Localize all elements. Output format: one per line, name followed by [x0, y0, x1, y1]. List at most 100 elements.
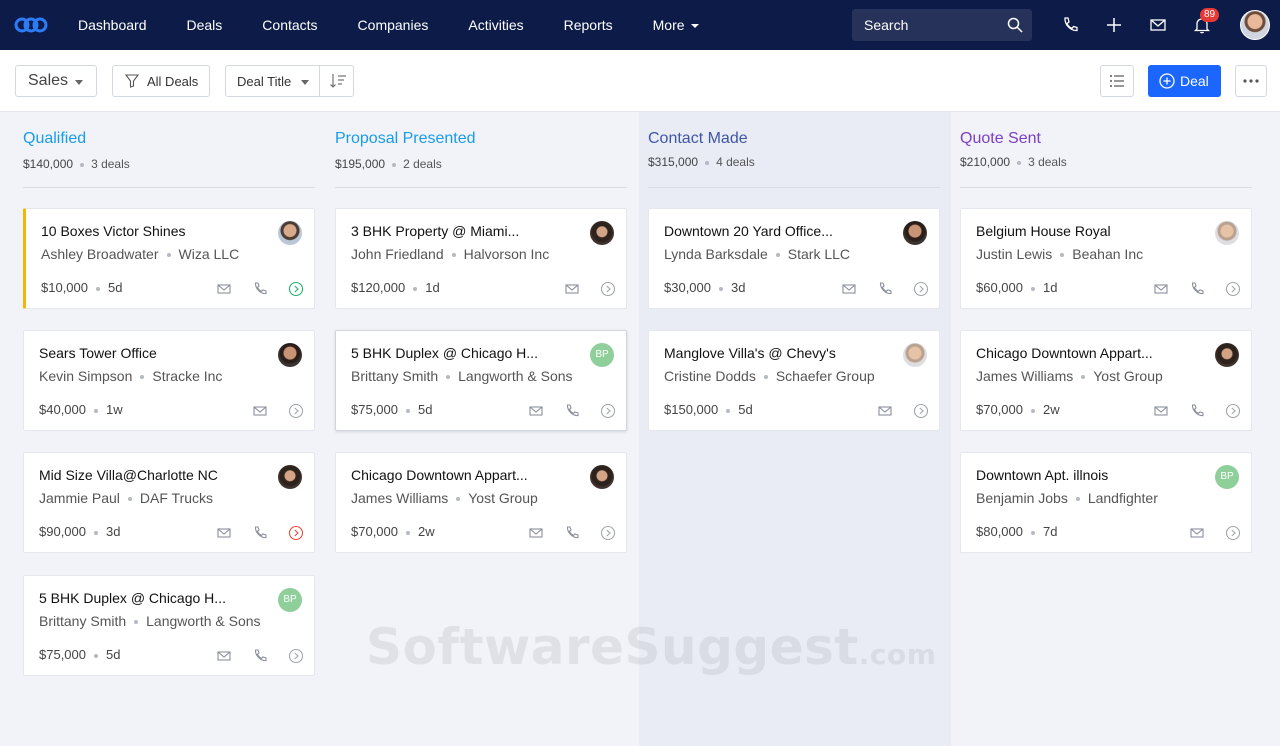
- deal-title[interactable]: 5 BHK Duplex @ Chicago H...: [39, 590, 226, 606]
- deal-company[interactable]: Langworth & Sons: [458, 368, 572, 384]
- deal-card[interactable]: Chicago Downtown Appart... James Williams…: [960, 330, 1252, 431]
- deal-card[interactable]: 3 BHK Property @ Miami... John Friedland H…: [335, 208, 627, 309]
- deal-title[interactable]: Sears Tower Office: [39, 345, 157, 361]
- deal-card[interactable]: 5 BHK Duplex @ Chicago H... Brittany Smit…: [335, 330, 627, 431]
- deal-company[interactable]: Landfighter: [1088, 490, 1158, 506]
- deal-company[interactable]: Yost Group: [468, 490, 538, 506]
- deal-person[interactable]: Brittany Smith: [39, 613, 126, 629]
- deal-title[interactable]: Chicago Downtown Appart...: [976, 345, 1153, 361]
- nav-companies[interactable]: Companies: [338, 0, 449, 50]
- list-view-button[interactable]: [1100, 65, 1134, 97]
- mail-icon[interactable]: [216, 525, 232, 541]
- deal-card[interactable]: 5 BHK Duplex @ Chicago H... Brittany Smit…: [23, 575, 315, 676]
- column-title[interactable]: Proposal Presented: [335, 130, 476, 148]
- deal-title[interactable]: 3 BHK Property @ Miami...: [351, 223, 519, 239]
- status-arrow-icon[interactable]: [600, 403, 616, 419]
- deal-card[interactable]: Manglove Villa's @ Chevy's Cristine Dodds…: [648, 330, 940, 431]
- mail-icon[interactable]: [216, 281, 232, 297]
- mail-icon[interactable]: [528, 525, 544, 541]
- deal-company[interactable]: Schaefer Group: [776, 368, 875, 384]
- nav-dashboard[interactable]: Dashboard: [58, 0, 167, 50]
- deal-person[interactable]: Brittany Smith: [351, 368, 438, 384]
- nav-activities[interactable]: Activities: [448, 0, 543, 50]
- column-title[interactable]: Qualified: [23, 130, 86, 148]
- phone-icon[interactable]: [1189, 281, 1205, 297]
- deal-company[interactable]: DAF Trucks: [140, 490, 213, 506]
- deal-company[interactable]: Halvorson Inc: [464, 246, 550, 262]
- more-options-button[interactable]: [1235, 65, 1267, 97]
- deal-person[interactable]: Benjamin Jobs: [976, 490, 1068, 506]
- nav-reports[interactable]: Reports: [544, 0, 633, 50]
- nav-deals[interactable]: Deals: [167, 0, 243, 50]
- deal-company[interactable]: Yost Group: [1093, 368, 1163, 384]
- add-deal-button[interactable]: Deal: [1148, 65, 1221, 97]
- deal-title[interactable]: Mid Size Villa@Charlotte NC: [39, 467, 218, 483]
- phone-icon[interactable]: [564, 525, 580, 541]
- sort-order-icon[interactable]: [329, 73, 347, 89]
- deal-company[interactable]: Stracke Inc: [152, 368, 222, 384]
- avatar[interactable]: BP: [590, 343, 614, 367]
- phone-icon[interactable]: [252, 648, 268, 664]
- status-arrow-icon[interactable]: [288, 281, 304, 297]
- deal-person[interactable]: Jammie Paul: [39, 490, 120, 506]
- deal-company[interactable]: Beahan Inc: [1072, 246, 1143, 262]
- nav-more[interactable]: More: [633, 0, 719, 50]
- deal-title[interactable]: Downtown Apt. illnois: [976, 467, 1108, 483]
- mail-icon[interactable]: [841, 281, 857, 297]
- avatar[interactable]: [278, 221, 302, 245]
- avatar[interactable]: [590, 221, 614, 245]
- user-avatar[interactable]: [1240, 10, 1270, 40]
- mail-icon[interactable]: [252, 403, 268, 419]
- deal-card[interactable]: Belgium House Royal Justin Lewis Beahan In…: [960, 208, 1252, 309]
- mail-icon[interactable]: [1153, 281, 1169, 297]
- status-arrow-icon[interactable]: [913, 281, 929, 297]
- phone-icon[interactable]: [877, 281, 893, 297]
- search-input[interactable]: Search: [852, 9, 1032, 41]
- deal-person[interactable]: Kevin Simpson: [39, 368, 132, 384]
- deal-title[interactable]: Manglove Villa's @ Chevy's: [664, 345, 836, 361]
- deal-person[interactable]: James Williams: [351, 490, 448, 506]
- mail-icon[interactable]: [1153, 403, 1169, 419]
- avatar[interactable]: [278, 465, 302, 489]
- avatar[interactable]: [903, 343, 927, 367]
- avatar[interactable]: [903, 221, 927, 245]
- status-arrow-icon[interactable]: [1225, 525, 1241, 541]
- nav-contacts[interactable]: Contacts: [242, 0, 337, 50]
- mail-icon[interactable]: [528, 403, 544, 419]
- phone-icon[interactable]: [1060, 15, 1080, 35]
- deal-title[interactable]: 5 BHK Duplex @ Chicago H...: [351, 345, 538, 361]
- phone-icon[interactable]: [252, 281, 268, 297]
- deal-person[interactable]: Justin Lewis: [976, 246, 1052, 262]
- mail-icon[interactable]: [877, 403, 893, 419]
- mail-icon[interactable]: [1148, 15, 1168, 35]
- avatar[interactable]: [278, 343, 302, 367]
- status-arrow-icon[interactable]: [913, 403, 929, 419]
- status-arrow-icon[interactable]: [1225, 403, 1241, 419]
- deal-card[interactable]: Downtown 20 Yard Office... Lynda Barksdal…: [648, 208, 940, 309]
- mail-icon[interactable]: [1189, 525, 1205, 541]
- avatar[interactable]: [1215, 343, 1239, 367]
- mail-icon[interactable]: [564, 281, 580, 297]
- status-arrow-icon[interactable]: [288, 403, 304, 419]
- status-arrow-icon[interactable]: [288, 525, 304, 541]
- deal-card[interactable]: Mid Size Villa@Charlotte NC Jammie Paul DA…: [23, 452, 315, 553]
- status-arrow-icon[interactable]: [288, 648, 304, 664]
- deal-title[interactable]: Belgium House Royal: [976, 223, 1111, 239]
- avatar[interactable]: BP: [1215, 465, 1239, 489]
- column-title[interactable]: Contact Made: [648, 130, 748, 148]
- deal-title[interactable]: Chicago Downtown Appart...: [351, 467, 528, 483]
- avatar[interactable]: [1215, 221, 1239, 245]
- app-logo-icon[interactable]: [14, 14, 48, 36]
- deal-card[interactable]: Downtown Apt. illnois Benjamin Jobs Landfi…: [960, 452, 1252, 553]
- filter-button[interactable]: All Deals: [112, 65, 210, 97]
- phone-icon[interactable]: [564, 403, 580, 419]
- status-arrow-icon[interactable]: [600, 281, 616, 297]
- deal-person[interactable]: John Friedland: [351, 246, 444, 262]
- deal-person[interactable]: Ashley Broadwater: [41, 246, 159, 262]
- deal-title[interactable]: Downtown 20 Yard Office...: [664, 223, 833, 239]
- phone-icon[interactable]: [1189, 403, 1205, 419]
- phone-icon[interactable]: [252, 525, 268, 541]
- deal-person[interactable]: Cristine Dodds: [664, 368, 756, 384]
- plus-icon[interactable]: [1104, 15, 1124, 35]
- column-title[interactable]: Quote Sent: [960, 130, 1041, 148]
